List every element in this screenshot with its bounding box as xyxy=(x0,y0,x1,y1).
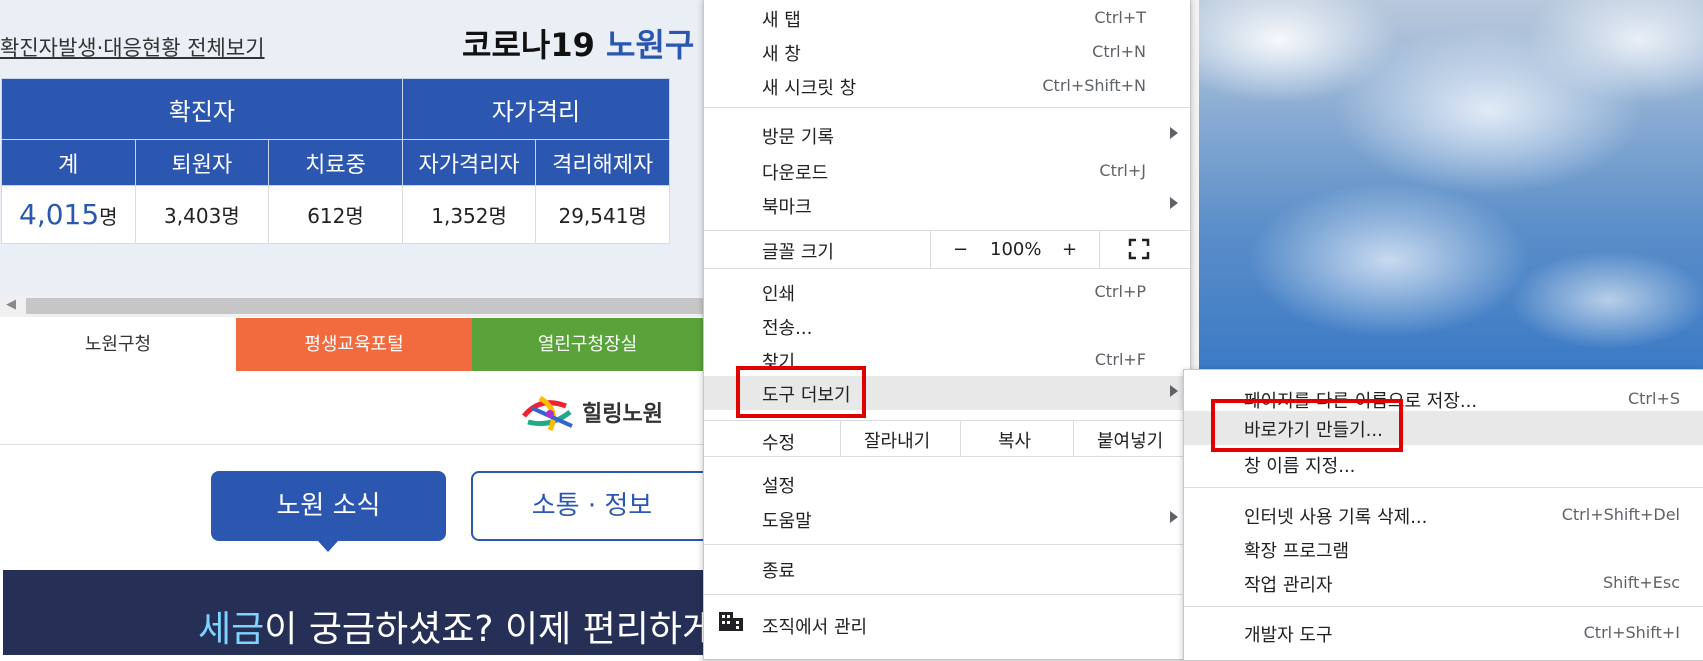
submenu-arrow-icon xyxy=(1170,127,1178,139)
menu-item-exit[interactable]: 종료 xyxy=(704,552,1190,586)
header-discharged: 퇴원자 xyxy=(134,139,270,186)
menu-item-incognito[interactable]: 새 시크릿 창 Ctrl+Shift+N xyxy=(704,69,1190,103)
covid-stats-table: 확진자 자가격리 계 퇴원자 치료중 자가격리자 격리해제자 4,015명 3,… xyxy=(1,78,671,244)
tab-mayor-office[interactable]: 열린구청장실 xyxy=(472,318,703,371)
menu-item-zoom: 글꼴 크기 xyxy=(762,242,834,263)
menu-item-settings[interactable]: 설정 xyxy=(704,467,1190,501)
menu-separator xyxy=(704,107,1190,108)
submenu-item-clear-browsing-data[interactable]: 인터넷 사용 기록 삭제... Ctrl+Shift+Del xyxy=(1184,498,1703,532)
tab-nowon-office[interactable]: 노원구청 xyxy=(0,318,236,371)
highlight-box-create-shortcut xyxy=(1211,399,1403,452)
menu-item-downloads[interactable]: 다운로드 Ctrl+J xyxy=(704,154,1190,188)
submenu-item-extensions[interactable]: 확장 프로그램 xyxy=(1184,532,1703,566)
header-self-quarantine: 자가격리자 xyxy=(401,139,537,186)
value-self-quarantine: 1,352명 xyxy=(401,185,537,244)
header-total: 계 xyxy=(1,139,136,186)
submenu-arrow-icon xyxy=(1170,385,1178,397)
value-released: 29,541명 xyxy=(535,185,670,244)
fullscreen-icon[interactable] xyxy=(1128,238,1150,260)
covid-status-panel: 확진자발생·대응현황 전체보기 코로나19 노원구 확진자 자가격리 계 퇴원자… xyxy=(0,0,703,295)
tab-lifelong-education[interactable]: 평생교육포털 xyxy=(236,318,472,371)
edit-cut-button[interactable]: 잘라내기 xyxy=(864,427,930,453)
highlight-box-more-tools xyxy=(736,366,866,418)
value-in-treatment: 612명 xyxy=(268,185,403,244)
menu-item-managed-by-org[interactable]: 조직에서 관리 xyxy=(704,608,1190,642)
view-all-status-link[interactable]: 확진자발생·대응현황 전체보기 xyxy=(0,32,265,62)
scroll-left-arrow-icon[interactable]: ◀ xyxy=(6,297,16,312)
chrome-main-menu: 새 탭 Ctrl+T 새 창 Ctrl+N 새 시크릿 창 Ctrl+Shift… xyxy=(703,0,1191,660)
menu-item-history[interactable]: 방문 기록 xyxy=(704,118,1190,152)
edit-paste-button[interactable]: 붙여넣기 xyxy=(1097,427,1163,453)
submenu-item-name-window[interactable]: 창 이름 지정... xyxy=(1184,447,1703,481)
zoom-level: 100% xyxy=(990,239,1042,260)
menu-item-new-tab[interactable]: 새 탭 Ctrl+T xyxy=(704,1,1190,35)
submenu-arrow-icon xyxy=(1170,197,1178,209)
covid-title: 코로나19 노원구 xyxy=(462,26,695,64)
zoom-out-button[interactable]: − xyxy=(953,239,968,260)
menu-separator xyxy=(704,544,1190,545)
nowon-news-button[interactable]: 노원 소식 xyxy=(211,471,446,541)
header-quarantine: 자가격리 xyxy=(401,78,671,140)
menu-separator xyxy=(704,456,1190,457)
header-confirmed: 확진자 xyxy=(1,78,403,140)
horizontal-scrollbar[interactable]: ◀ xyxy=(0,295,703,317)
submenu-item-developer-tools[interactable]: 개발자 도구 Ctrl+Shift+I xyxy=(1184,616,1703,650)
menu-separator xyxy=(704,268,1190,269)
menu-item-cast[interactable]: 전송... xyxy=(704,309,1190,343)
submenu-separator xyxy=(1184,487,1703,488)
zoom-in-button[interactable]: + xyxy=(1062,239,1077,260)
menu-item-print[interactable]: 인쇄 Ctrl+P xyxy=(704,275,1190,309)
webpage: 확진자발생·대응현황 전체보기 코로나19 노원구 확진자 자가격리 계 퇴원자… xyxy=(0,0,703,655)
logo-text: 힐링노원 xyxy=(582,402,663,427)
value-discharged: 3,403명 xyxy=(134,185,270,244)
submenu-separator xyxy=(1184,606,1703,607)
menu-separator xyxy=(704,420,1190,421)
communication-info-button[interactable]: 소통 · 정보 xyxy=(471,471,703,541)
scrollbar-thumb[interactable] xyxy=(26,298,703,314)
edit-copy-button[interactable]: 복사 xyxy=(998,427,1031,453)
value-total: 4,015명 xyxy=(1,185,136,244)
menu-item-bookmarks[interactable]: 북마크 xyxy=(704,188,1190,222)
site-tabs: 노원구청 평생교육포털 열린구청장실 xyxy=(0,318,703,371)
news-button-pointer xyxy=(318,541,338,552)
menu-separator xyxy=(704,594,1190,595)
header-in-treatment: 치료중 xyxy=(268,139,403,186)
menu-item-help[interactable]: 도움말 xyxy=(704,502,1190,536)
menu-item-new-window[interactable]: 새 창 Ctrl+N xyxy=(704,35,1190,69)
menu-separator xyxy=(704,230,1190,231)
divider xyxy=(0,444,703,445)
banner-text: 세금이 궁금하셨죠? 이제 편리하게 xyxy=(198,609,703,650)
header-released: 격리해제자 xyxy=(535,139,670,186)
submenu-arrow-icon xyxy=(1170,511,1178,523)
submenu-item-task-manager[interactable]: 작업 관리자 Shift+Esc xyxy=(1184,566,1703,600)
